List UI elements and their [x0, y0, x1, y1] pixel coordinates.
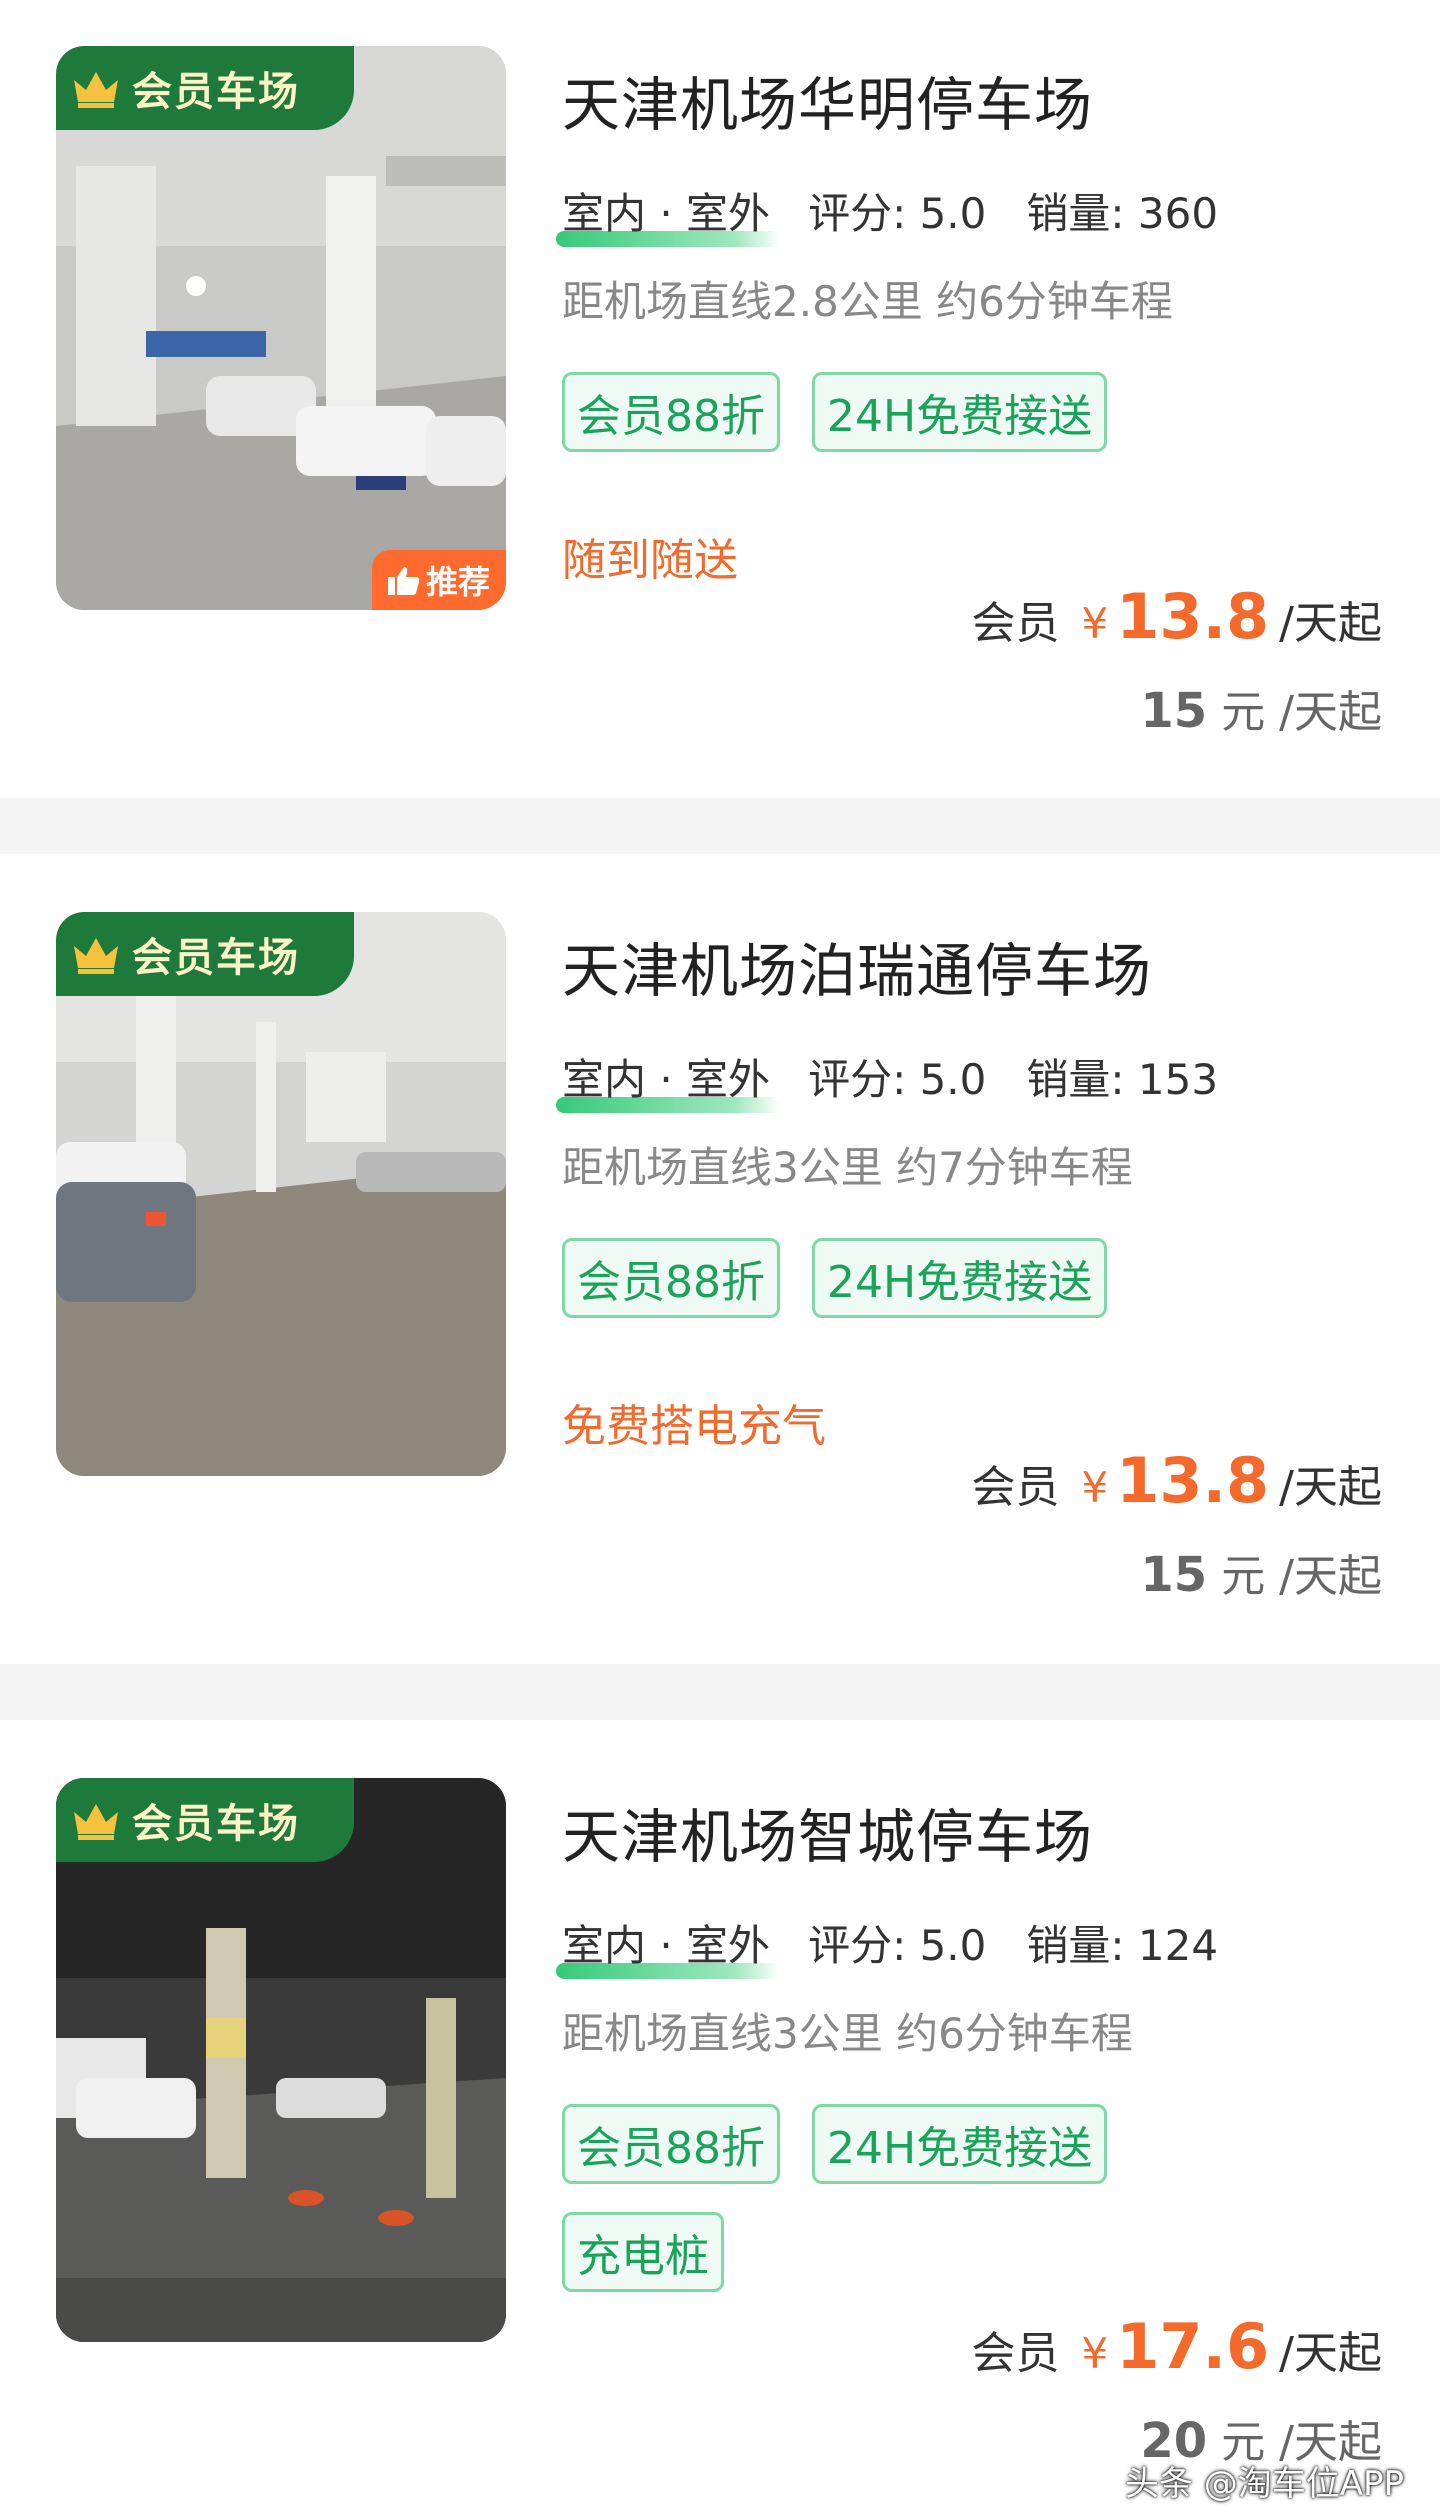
- parking-lot-card[interactable]: 会员车场 天津机场泊瑞通停车场 室内 · 室外 评分: 5.0 销量: 153 …: [0, 854, 1440, 1652]
- card-separator: [0, 1664, 1440, 1720]
- member-lot-badge: 会员车场: [56, 912, 354, 996]
- service-note: 随到随送: [562, 535, 738, 586]
- parking-lot-meta: 室内 · 室外 评分: 5.0 销量: 360: [556, 180, 1258, 247]
- parking-lot-photo[interactable]: 会员车场: [56, 912, 506, 1476]
- member-lot-badge: 会员车场: [56, 1778, 354, 1862]
- indoor-parking-photo-icon: [56, 912, 506, 1476]
- member-price: 会员 ¥ 13.8 /天起: [971, 1444, 1382, 1517]
- rating: 评分: 5.0: [808, 1054, 987, 1104]
- distance-info: 距机场直线3公里 约7分钟车程: [562, 1143, 1133, 1192]
- tag-shuttle: 24H免费接送: [812, 1238, 1108, 1318]
- thumbs-up-icon: [387, 567, 420, 595]
- parking-lot-name[interactable]: 天津机场华明停车场: [562, 58, 1093, 142]
- tag-list: 会员88折 24H免费接送: [562, 1238, 1402, 1318]
- indoor-parking-photo-icon: [56, 1778, 506, 2342]
- parking-lot-name[interactable]: 天津机场智城停车场: [562, 1790, 1093, 1874]
- member-price: 会员 ¥ 13.8 /天起: [971, 580, 1382, 653]
- distance-info: 距机场直线3公里 约6分钟车程: [562, 2009, 1133, 2058]
- parking-lot-photo[interactable]: 会员车场 推荐: [56, 46, 506, 610]
- tag-charging-pile: 充电桩: [562, 2212, 724, 2292]
- tag-shuttle: 24H免费接送: [812, 2104, 1108, 2184]
- original-price: 15 元 /天起: [1140, 683, 1382, 739]
- parking-lot-meta: 室内 · 室外 评分: 5.0 销量: 124: [556, 1912, 1258, 1979]
- crown-icon: [74, 938, 118, 974]
- sales-count: 销量: 153: [1026, 1054, 1219, 1104]
- service-note: 免费搭电充气: [562, 1401, 826, 1452]
- parking-lot-photo[interactable]: 会员车场: [56, 1778, 506, 2342]
- watermark: 头条 @淘车位APP: [1124, 2464, 1404, 2504]
- original-price: 15 元 /天起: [1140, 1547, 1382, 1603]
- tag-member-discount: 会员88折: [562, 372, 780, 452]
- rating: 评分: 5.0: [808, 1920, 987, 1970]
- crown-icon: [74, 1804, 118, 1840]
- member-price: 会员 ¥ 17.6 /天起: [971, 2310, 1382, 2383]
- parking-type: 室内 · 室外: [556, 1912, 781, 1979]
- crown-icon: [74, 72, 118, 108]
- parking-lot-name[interactable]: 天津机场泊瑞通停车场: [562, 924, 1152, 1008]
- sales-count: 销量: 360: [1026, 188, 1219, 238]
- tag-member-discount: 会员88折: [562, 2104, 780, 2184]
- tag-list: 会员88折 24H免费接送 充电桩: [562, 2104, 1402, 2292]
- parking-type: 室内 · 室外: [556, 180, 781, 247]
- tag-member-discount: 会员88折: [562, 1238, 780, 1318]
- distance-info: 距机场直线2.8公里 约6分钟车程: [562, 277, 1173, 326]
- parking-lot-card[interactable]: 会员车场 天津机场智城停车场 室内 · 室外 评分: 5.0 销量: 124 距…: [0, 1720, 1440, 2515]
- parking-lot-meta: 室内 · 室外 评分: 5.0 销量: 153: [556, 1046, 1258, 1113]
- parking-type: 室内 · 室外: [556, 1046, 781, 1113]
- rating: 评分: 5.0: [808, 188, 987, 238]
- member-lot-badge: 会员车场: [56, 46, 354, 130]
- tag-list: 会员88折 24H免费接送: [562, 372, 1402, 452]
- sales-count: 销量: 124: [1026, 1920, 1219, 1970]
- tag-shuttle: 24H免费接送: [812, 372, 1108, 452]
- recommend-badge: 推荐: [372, 550, 506, 610]
- card-separator: [0, 798, 1440, 854]
- parking-lot-card[interactable]: 会员车场 推荐 天津机场华明停车场 室内 · 室外 评分: 5.0 销量: 36…: [0, 0, 1440, 798]
- indoor-parking-photo-icon: [56, 46, 506, 610]
